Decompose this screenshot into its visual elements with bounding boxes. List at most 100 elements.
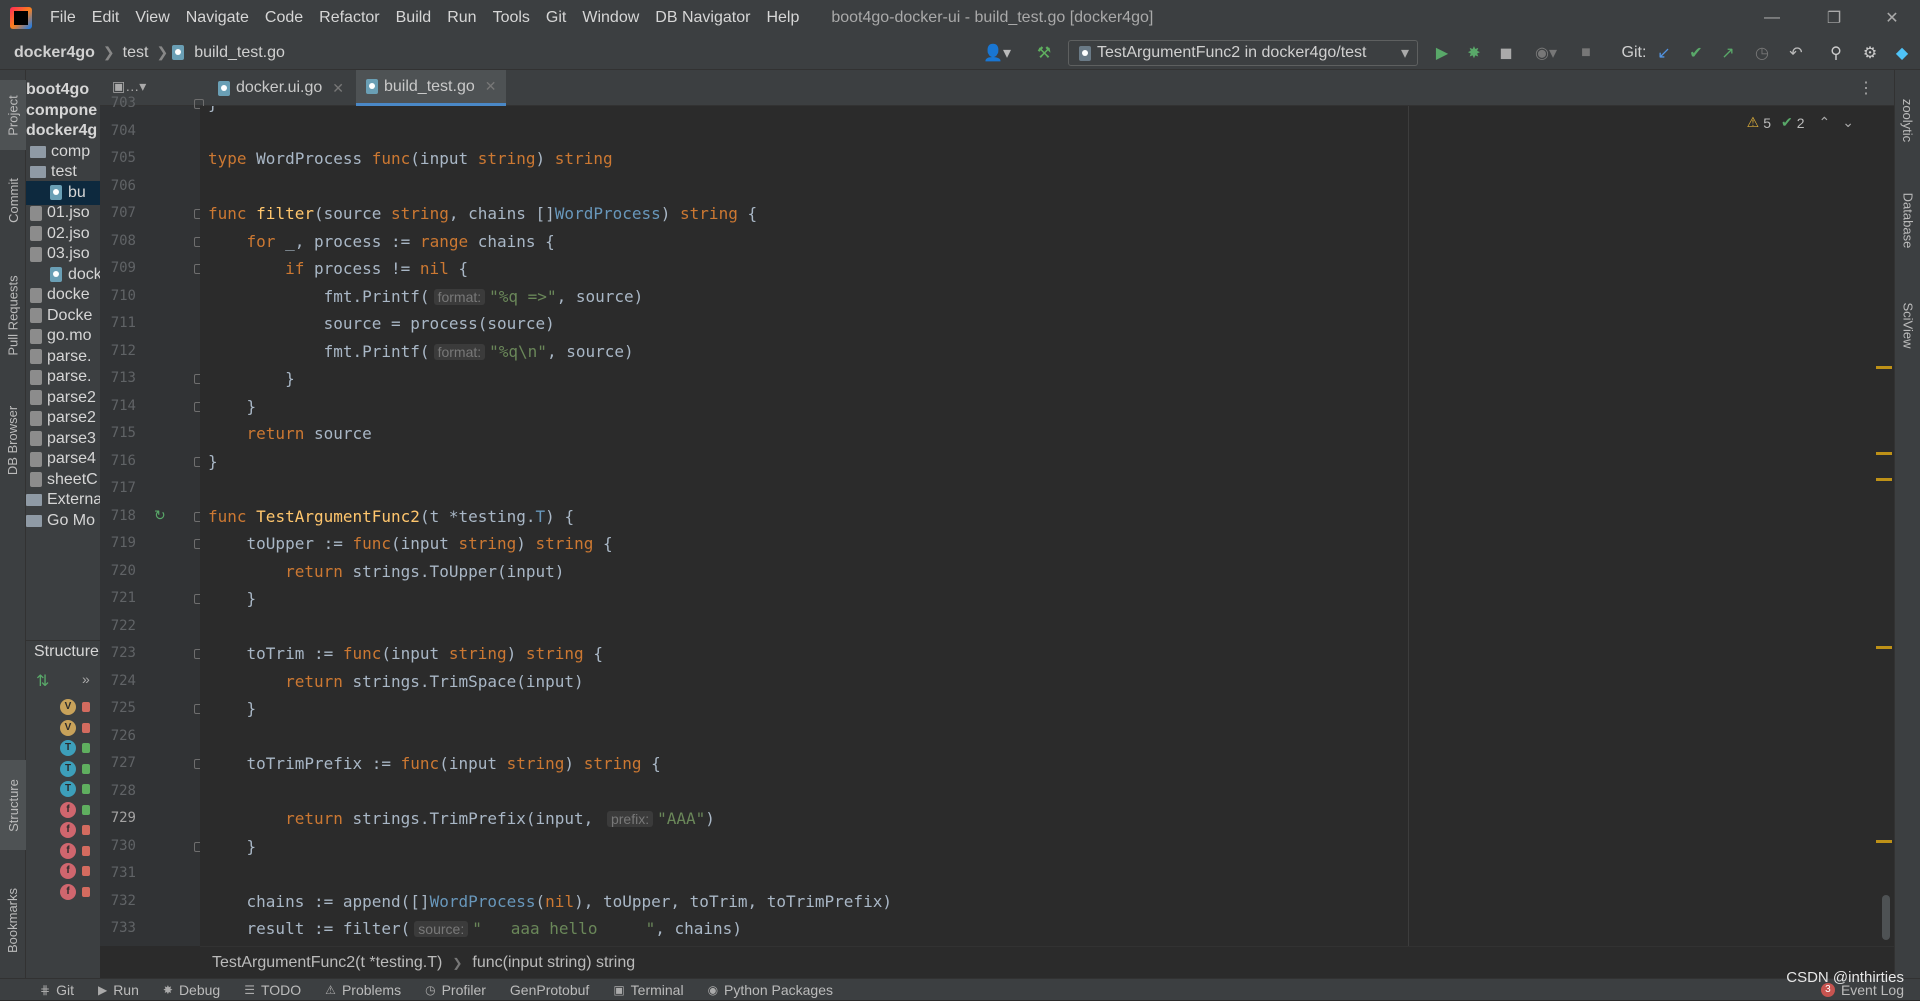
- status-todo[interactable]: ☰ TODO: [244, 982, 301, 998]
- tab-build-test-go[interactable]: build_test.go ✕: [356, 70, 507, 106]
- inspection-widget[interactable]: ⚠ 5 ✔ 2 ⌃ ⌄: [1747, 114, 1854, 131]
- run-test-gutter-icon[interactable]: ↻: [154, 507, 166, 524]
- close-tab-icon[interactable]: ✕: [332, 80, 344, 97]
- line-number: 733: [110, 920, 136, 936]
- line-number: 719: [110, 535, 136, 551]
- tool-tab-bookmarks[interactable]: Bookmarks: [0, 870, 26, 970]
- breadcrumb-folder[interactable]: test: [119, 44, 153, 62]
- stop-icon[interactable]: ■: [1576, 43, 1596, 63]
- warning-marker[interactable]: [1876, 646, 1892, 649]
- user-icon[interactable]: 👤▾: [980, 43, 1014, 63]
- status-label: Run: [113, 981, 139, 998]
- history-icon[interactable]: ◷: [1752, 43, 1772, 63]
- debug-icon[interactable]: ✸: [1464, 43, 1484, 63]
- line-number: 715: [110, 425, 136, 441]
- close-tab-icon[interactable]: ✕: [485, 78, 497, 95]
- minimize-icon[interactable]: —: [1744, 0, 1800, 36]
- menu-view[interactable]: View: [127, 0, 177, 36]
- structure-member-icon[interactable]: f: [60, 801, 76, 818]
- status-python-packages[interactable]: ◉ Python Packages: [708, 982, 833, 998]
- tool-tab-structure[interactable]: Structure: [0, 760, 26, 850]
- rollback-icon[interactable]: ↶: [1786, 43, 1806, 63]
- tool-tab-pull-requests[interactable]: Pull Requests: [0, 260, 26, 370]
- code-line: toUpper := func(input string) string {: [208, 534, 613, 553]
- line-number: 705: [110, 150, 136, 166]
- breadcrumb-project[interactable]: docker4go: [10, 44, 99, 62]
- menu-run[interactable]: Run: [439, 0, 484, 36]
- structure-member-icon[interactable]: f: [60, 883, 76, 900]
- warning-marker[interactable]: [1876, 366, 1892, 369]
- menu-file[interactable]: File: [42, 0, 84, 36]
- expand-more-icon[interactable]: »: [82, 671, 90, 687]
- menu-build[interactable]: Build: [388, 0, 440, 36]
- file-icon: [30, 246, 42, 262]
- structure-member-icon[interactable]: V: [60, 699, 76, 715]
- structure-member-icon[interactable]: f: [60, 842, 76, 859]
- python-packages-icon: ◉: [707, 982, 719, 997]
- structure-title: Structure: [34, 643, 99, 660]
- menu-tools[interactable]: Tools: [485, 0, 538, 36]
- tool-tab-sciview[interactable]: SciView: [1895, 280, 1920, 370]
- menu-git[interactable]: Git: [538, 0, 574, 36]
- warning-marker[interactable]: [1876, 840, 1892, 843]
- project-tree-label: go.mo: [47, 327, 92, 344]
- structure-member-icon[interactable]: T: [60, 781, 76, 797]
- editor-scrollbar[interactable]: [1882, 895, 1890, 940]
- settings-gear-icon[interactable]: ⚙: [1860, 43, 1880, 63]
- tool-tab-db-browser[interactable]: DB Browser: [0, 390, 26, 490]
- line-number: 729: [110, 810, 136, 826]
- structure-member-icon[interactable]: T: [60, 740, 76, 756]
- breadcrumb-closure[interactable]: func(input string) string: [472, 954, 635, 972]
- structure-member-icon[interactable]: f: [60, 822, 76, 838]
- toolbox-icon[interactable]: ◆: [1892, 43, 1912, 63]
- git-commit-icon[interactable]: ✔: [1686, 43, 1706, 63]
- menu-edit[interactable]: Edit: [84, 0, 128, 36]
- run-configuration-select[interactable]: TestArgumentFunc2 in docker4go/test ▾: [1068, 40, 1418, 66]
- status-genprotobuf[interactable]: GenProtobuf: [510, 982, 589, 998]
- profile-icon[interactable]: ◉▾: [1528, 43, 1564, 63]
- panel-options-icon[interactable]: ▣…▾: [112, 78, 146, 95]
- tool-tab-zoolytic[interactable]: zoolytic: [1895, 80, 1920, 160]
- run-icon[interactable]: ▶: [1432, 43, 1452, 63]
- menu-navigate[interactable]: Navigate: [178, 0, 257, 36]
- more-tabs-icon[interactable]: ⋮: [1858, 78, 1874, 98]
- status-problems[interactable]: ⚠ Problems: [325, 982, 401, 998]
- next-highlight-icon[interactable]: ⌄: [1842, 114, 1854, 131]
- warning-marker[interactable]: [1876, 478, 1892, 481]
- sort-icon[interactable]: ⇅: [36, 671, 49, 691]
- restore-icon[interactable]: ❐: [1806, 0, 1862, 36]
- warning-marker[interactable]: [1876, 452, 1892, 455]
- status-profiler[interactable]: ◷ Profiler: [425, 982, 486, 998]
- menu-db-navigator[interactable]: DB Navigator: [647, 0, 758, 36]
- visibility-lock-icon: [82, 845, 90, 856]
- status-terminal[interactable]: ▣ Terminal: [613, 982, 683, 998]
- structure-member-icon[interactable]: T: [60, 760, 76, 777]
- status-git[interactable]: ⋕ Git: [40, 982, 74, 998]
- search-icon[interactable]: ⚲: [1826, 43, 1846, 63]
- structure-member-icon[interactable]: V: [60, 719, 76, 736]
- line-number: 724: [110, 672, 136, 689]
- code-editor[interactable]: ⚠ 5 ✔ 2 ⌃ ⌄ } type WordProcess func(input…: [200, 106, 1894, 946]
- menu-code[interactable]: Code: [257, 0, 311, 36]
- tab-docker-ui-go[interactable]: docker.ui.go ✕: [208, 70, 354, 106]
- menu-help[interactable]: Help: [758, 0, 807, 36]
- menu-window[interactable]: Window: [574, 0, 647, 36]
- line-number: 708: [110, 232, 136, 249]
- breadcrumb-function[interactable]: TestArgumentFunc2(t *testing.T): [212, 954, 442, 972]
- git-push-icon[interactable]: ↗: [1718, 43, 1738, 63]
- build-hammer-icon[interactable]: ⚒: [1034, 43, 1054, 63]
- menu-refactor[interactable]: Refactor: [311, 0, 387, 36]
- file-icon: [30, 431, 42, 446]
- tool-tab-project[interactable]: Project: [0, 80, 26, 150]
- structure-member-icon[interactable]: f: [60, 863, 76, 879]
- close-window-icon[interactable]: ✕: [1864, 0, 1920, 36]
- status-debug[interactable]: ✸ Debug: [163, 982, 220, 998]
- project-tree-item[interactable]: Go Mo: [26, 509, 95, 533]
- status-run[interactable]: ▶ Run: [98, 982, 139, 998]
- coverage-icon[interactable]: ◼: [1496, 43, 1516, 63]
- tool-tab-commit[interactable]: Commit: [0, 160, 26, 240]
- git-update-icon[interactable]: ↙: [1654, 43, 1674, 63]
- breadcrumb-file[interactable]: build_test.go: [190, 44, 289, 62]
- tool-tab-database[interactable]: Database: [1895, 170, 1920, 270]
- prev-highlight-icon[interactable]: ⌃: [1819, 114, 1831, 131]
